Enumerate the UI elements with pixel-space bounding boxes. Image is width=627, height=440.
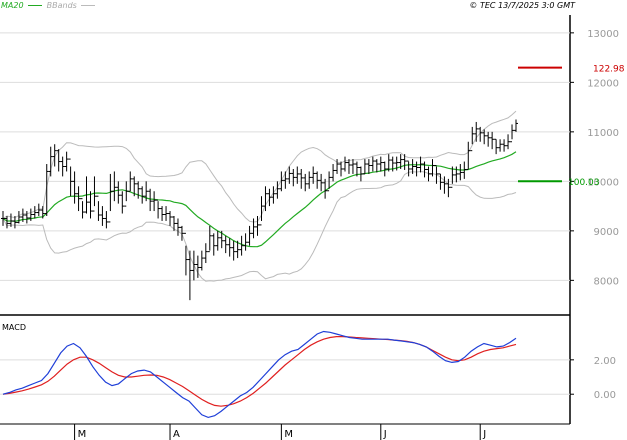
resistance-label: 122.98 (593, 65, 625, 75)
ma20-line (2, 151, 517, 248)
month-tick-label: M (284, 429, 293, 440)
price-tick-label: 9000 (594, 227, 619, 238)
bband-lower (2, 170, 517, 282)
stock-chart: 80009000100001100012000130000.002.00M A M J… (0, 15, 625, 440)
price-tick-label: 13000 (587, 29, 619, 40)
month-tick-label: M (78, 429, 87, 440)
price-tick-label: 12000 (587, 78, 619, 89)
price-tick-label: 11000 (587, 128, 619, 139)
macd-title: MACD (2, 323, 26, 332)
macd-line (2, 330, 517, 419)
month-tick-label: J (383, 429, 387, 440)
price-tick-label: 8000 (594, 276, 619, 287)
month-tick-label: A (173, 429, 180, 440)
macd-tick-label: 0.00 (594, 390, 616, 401)
month-tick-label: J (482, 429, 486, 440)
macd-signal-line (2, 336, 517, 407)
macd-tick-label: 2.00 (594, 356, 616, 367)
support-label: 100.03 (568, 178, 600, 188)
